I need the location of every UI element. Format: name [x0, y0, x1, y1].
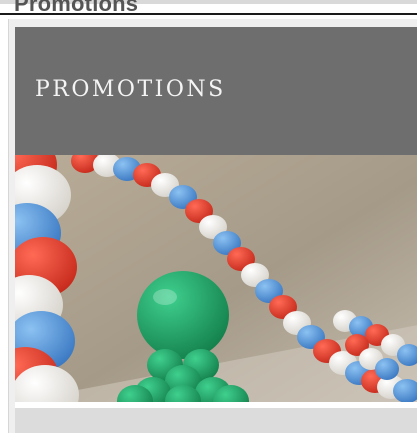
- arch-balloon: [375, 358, 399, 380]
- balloon-photo-canvas: [15, 155, 417, 402]
- promotions-page: Promotions PROMOTIONS: [0, 0, 417, 433]
- green-balloon-head: [137, 271, 229, 359]
- card-footer-bar: [15, 408, 417, 433]
- heading-divider: [0, 13, 417, 15]
- balloon-highlight: [153, 289, 177, 305]
- promo-card-inner: PROMOTIONS: [15, 27, 417, 433]
- banner-title: PROMOTIONS: [35, 77, 226, 102]
- promo-banner[interactable]: PROMOTIONS: [15, 27, 417, 155]
- balloon-arch-photo[interactable]: [15, 155, 417, 402]
- promo-card[interactable]: PROMOTIONS: [8, 19, 417, 433]
